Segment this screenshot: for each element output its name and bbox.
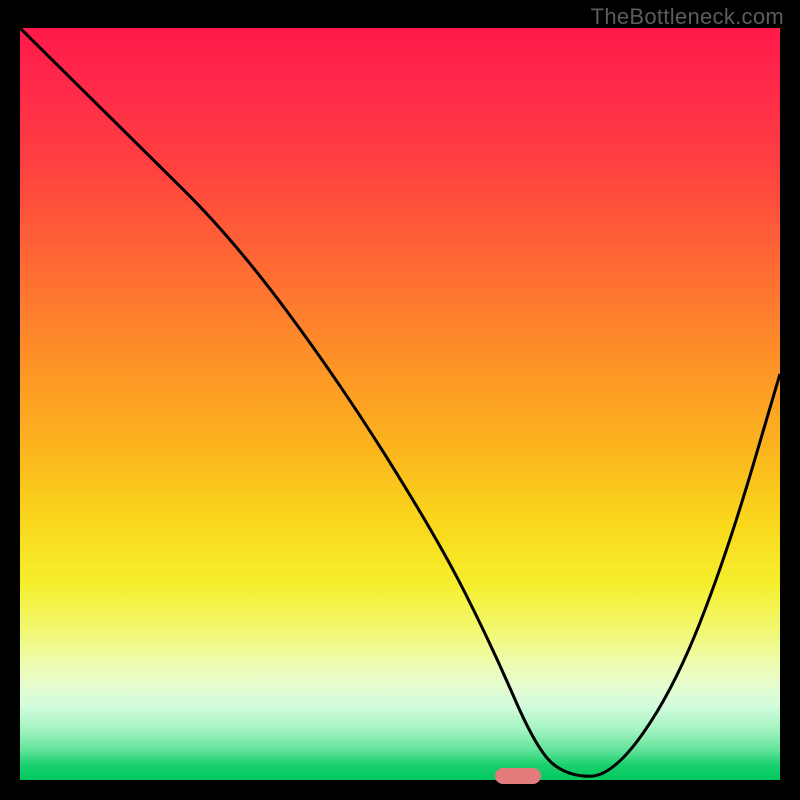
chart-frame: TheBottleneck.com: [0, 0, 800, 800]
chart-svg: [20, 28, 780, 780]
chart-plot-area: [20, 28, 780, 780]
optimal-marker: [495, 768, 541, 784]
watermark-text: TheBottleneck.com: [591, 4, 784, 30]
bottleneck-curve-path: [20, 28, 780, 776]
